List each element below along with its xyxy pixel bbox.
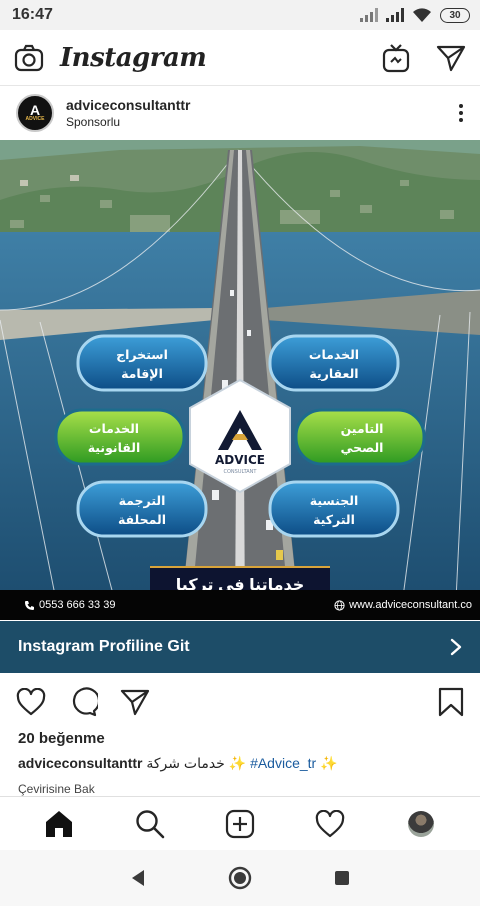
activity-heart-icon [316,809,345,837]
pill-legal: الخدمات القانونية [54,408,186,466]
signal-icon [360,8,378,22]
ad-footer: 0553 666 33 39 www.adviceconsultant.co [0,590,480,620]
post-caption: adviceconsultanttr خدمات شركة ✨ #Advice_… [18,755,338,772]
pill-residence-line1: استخراج [116,347,168,362]
pill-real-estate-line1: الخدمات [309,347,359,362]
pill-health-insurance: التامين الصحي [294,408,426,466]
like-heart-icon[interactable] [16,688,46,716]
ad-website-url: www.adviceconsultant.co [349,599,472,611]
pill-citizenship-line2: التركية [313,512,355,527]
app-header: Instagram [0,30,480,86]
search-icon [135,809,164,838]
bottom-nav [0,796,480,850]
pill-health-line1: التامين [341,421,384,436]
pill-citizenship-line1: الجنسية [310,493,359,508]
add-post-icon [225,809,255,838]
sparkle-icon-2: ✨ [320,755,338,771]
ad-website: www.adviceconsultant.co [334,599,472,611]
back-icon[interactable] [130,869,146,887]
pill-residence: استخراج الإقامة [76,334,208,392]
advertiser-avatar[interactable]: A ADVICE [16,94,54,132]
pill-real-estate-line2: العقارية [309,366,358,381]
phone-icon [25,600,34,610]
avatar-label: ADVICE [25,116,45,122]
sponsored-label: Sponsorlu [66,115,121,129]
post-actions [0,680,480,724]
see-translation-link[interactable]: Çevirisine Bak [18,782,95,796]
pill-legal-line2: القانونية [88,440,141,455]
globe-icon [334,599,345,611]
caption-text: خدمات شركة [146,755,225,771]
cta-label: Instagram Profiline Git [18,638,190,655]
nav-activity[interactable] [310,804,350,844]
pill-translation: الترجمة المحلفة [76,480,208,538]
pill-residence-line2: الإقامة [121,366,163,381]
ad-phone-number: 0553 666 33 39 [39,599,116,611]
post-header: A ADVICE adviceconsultanttr Sponsorlu [0,86,480,140]
battery-indicator: 30 [440,7,470,23]
nav-search[interactable] [130,804,170,844]
logo-subtitle: CONSULTANT [224,469,258,475]
wifi-icon [413,7,431,22]
cta-visit-profile[interactable]: Instagram Profiline Git [0,621,480,673]
caption-hashtag[interactable]: #Advice_tr [250,755,316,771]
status-time: 16:47 [12,6,53,23]
bookmark-icon[interactable] [438,687,464,717]
igtv-icon[interactable] [382,43,410,73]
pill-citizenship: الجنسية التركية [268,480,400,538]
share-icon[interactable] [120,688,150,716]
system-nav-bar [0,850,480,906]
chevron-right-icon [450,638,462,656]
post-image[interactable]: ADVICE CONSULTANT استخراج الإقامة الخدما… [0,140,480,620]
pill-legal-line1: الخدمات [89,421,139,436]
sparkle-icon: ✨ [228,755,247,771]
comment-icon[interactable] [68,687,98,717]
nav-new-post[interactable] [220,804,260,844]
status-icons: 30 [360,7,470,23]
pill-translation-line2: المحلفة [118,512,166,527]
status-bar: 16:47 30 [0,0,480,30]
signal-icon-2 [386,8,404,22]
caption-username[interactable]: adviceconsultanttr [18,755,142,771]
nav-home[interactable] [39,804,79,844]
home-icon [46,810,73,837]
pill-translation-line1: الترجمة [119,493,166,508]
avatar-letter: A [29,102,41,118]
camera-icon[interactable] [14,43,44,73]
recents-icon[interactable] [334,870,350,886]
nav-profile[interactable] [401,804,441,844]
app-logo: Instagram [60,42,207,73]
pill-real-estate: الخدمات العقارية [268,334,400,392]
post-username[interactable]: adviceconsultanttr [66,97,190,113]
like-count[interactable]: 20 beğenme [18,730,105,747]
pill-health-line2: الصحي [341,440,384,455]
ad-phone: 0553 666 33 39 [24,599,115,611]
direct-message-icon[interactable] [436,44,466,72]
home-circle-icon[interactable] [228,866,252,890]
profile-avatar [407,810,434,837]
more-options-icon[interactable] [456,104,466,122]
logo-brand: ADVICE [215,453,265,467]
